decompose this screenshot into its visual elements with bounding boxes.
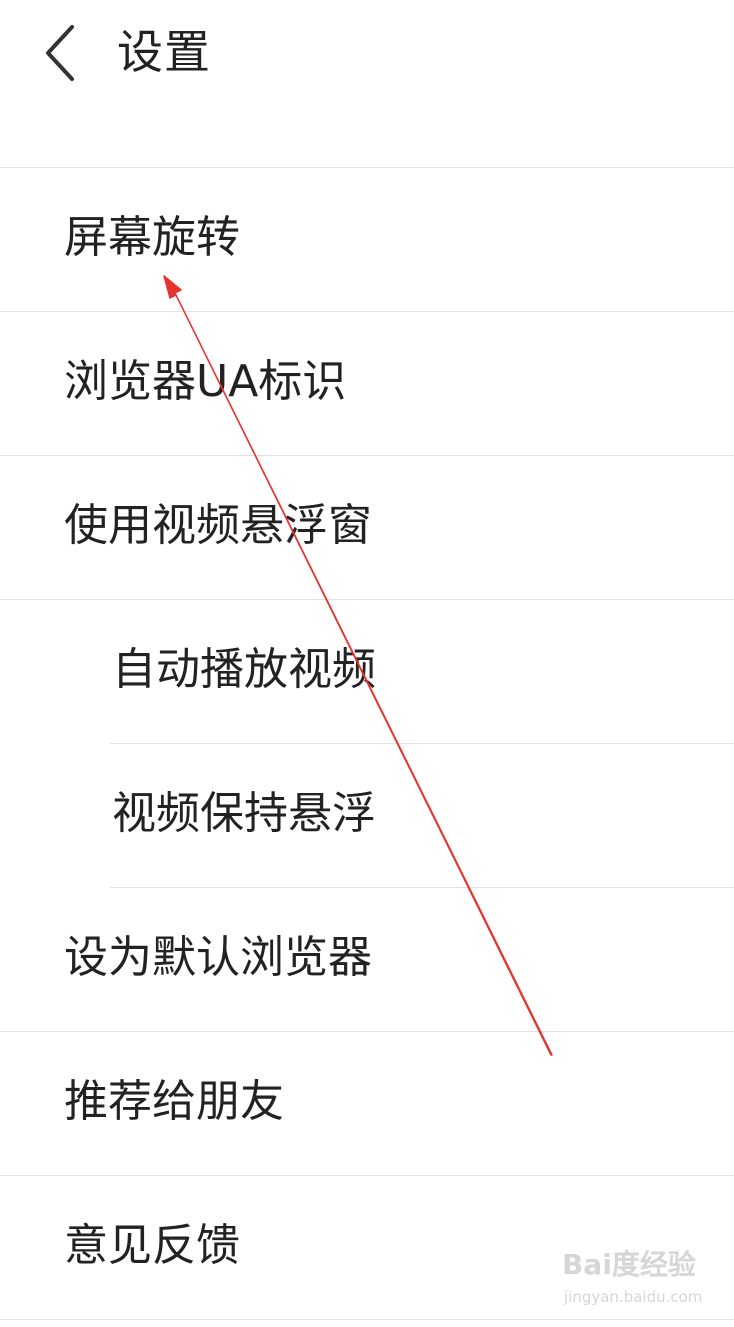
settings-item-label: 使用视频悬浮窗 [64, 500, 372, 551]
settings-item-label: 浏览器UA标识 [64, 356, 347, 407]
settings-item-default-browser[interactable]: 设为默认浏览器 [0, 888, 734, 1032]
back-button[interactable] [28, 18, 92, 88]
divider [0, 1319, 734, 1320]
settings-list: 屏幕旋转 浏览器UA标识 使用视频悬浮窗 自动播放视频 视频保持悬浮 设为默认浏… [0, 168, 734, 1320]
settings-item-recommend-friends[interactable]: 推荐给朋友 [0, 1032, 734, 1176]
settings-item-label: 屏幕旋转 [64, 212, 240, 263]
settings-item-autoplay-video[interactable]: 自动播放视频 [0, 600, 734, 744]
header-bar: 设置 [0, 0, 734, 168]
baidu-jingyan-watermark: Bai度经验 jingyan.baidu.com [562, 1248, 702, 1310]
settings-item-label: 视频保持悬浮 [112, 788, 376, 839]
settings-item-screen-rotation[interactable]: 屏幕旋转 [0, 168, 734, 312]
settings-item-browser-ua[interactable]: 浏览器UA标识 [0, 312, 734, 456]
settings-item-label: 设为默认浏览器 [64, 932, 372, 983]
settings-item-video-float-window[interactable]: 使用视频悬浮窗 [0, 456, 734, 600]
settings-item-label: 意见反馈 [64, 1220, 240, 1271]
watermark-url: jingyan.baidu.com [564, 1288, 703, 1306]
page-title: 设置 [117, 25, 211, 79]
watermark-brand: Bai度经验 [562, 1248, 696, 1281]
settings-item-keep-video-floating[interactable]: 视频保持悬浮 [0, 744, 734, 888]
settings-item-label: 自动播放视频 [112, 644, 376, 695]
chevron-left-icon [46, 25, 74, 81]
settings-item-label: 推荐给朋友 [64, 1076, 284, 1127]
